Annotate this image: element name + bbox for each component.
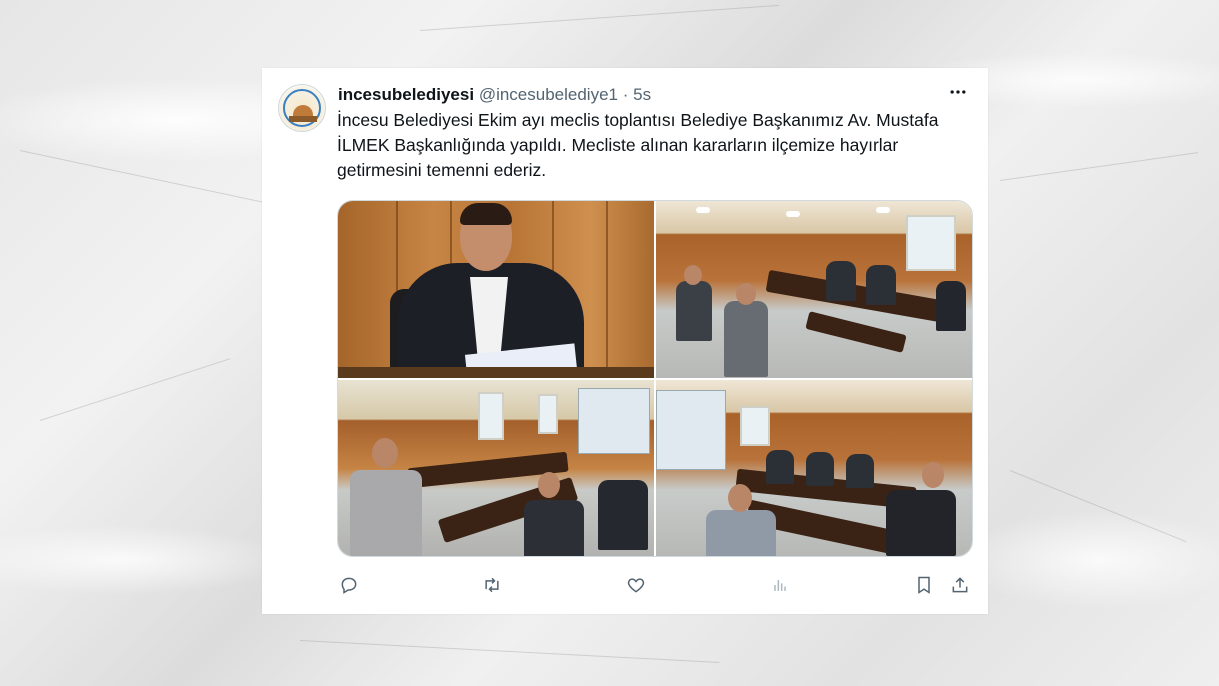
- retweet-button[interactable]: [480, 573, 504, 597]
- tweet-header: incesubelediyesi @incesubelediye1 · 5s: [338, 84, 651, 106]
- marble-vein: [299, 640, 720, 663]
- marble-vein: [419, 4, 780, 31]
- bookmark-button[interactable]: [912, 573, 936, 597]
- analytics-icon: [774, 580, 786, 591]
- share-icon: [952, 577, 968, 593]
- reply-button[interactable]: [337, 573, 361, 597]
- user-handle[interactable]: @incesubelediye1: [479, 85, 618, 104]
- photo-council-table-right[interactable]: [656, 380, 972, 556]
- marble-vein: [39, 358, 231, 421]
- display-name[interactable]: incesubelediyesi: [338, 85, 474, 104]
- marble-vein: [19, 150, 275, 206]
- retweet-icon: [485, 577, 499, 593]
- tweet-card[interactable]: incesubelediyesi @incesubelediye1 · 5s İ…: [262, 68, 988, 614]
- bookmark-icon: [918, 576, 930, 594]
- like-button[interactable]: [624, 573, 648, 597]
- views-button[interactable]: [768, 573, 792, 597]
- tweet-text: İncesu Belediyesi Ekim ayı meclis toplan…: [337, 110, 939, 180]
- logo-base: [289, 116, 317, 122]
- heart-icon: [627, 578, 645, 593]
- photo-council-table-left[interactable]: [338, 380, 654, 556]
- separator-dot: ·: [622, 85, 629, 104]
- marble-vein: [1009, 470, 1187, 543]
- photo-council-voting[interactable]: [656, 201, 972, 378]
- more-horizontal-icon[interactable]: [948, 82, 968, 108]
- marble-vein: [999, 152, 1199, 181]
- photo-mayor-at-desk[interactable]: [338, 201, 654, 378]
- action-bar: [337, 573, 977, 597]
- share-button[interactable]: [948, 573, 972, 597]
- reply-icon: [341, 577, 357, 594]
- media-grid[interactable]: [337, 200, 973, 557]
- timestamp[interactable]: 5s: [633, 85, 651, 104]
- avatar[interactable]: [278, 84, 326, 132]
